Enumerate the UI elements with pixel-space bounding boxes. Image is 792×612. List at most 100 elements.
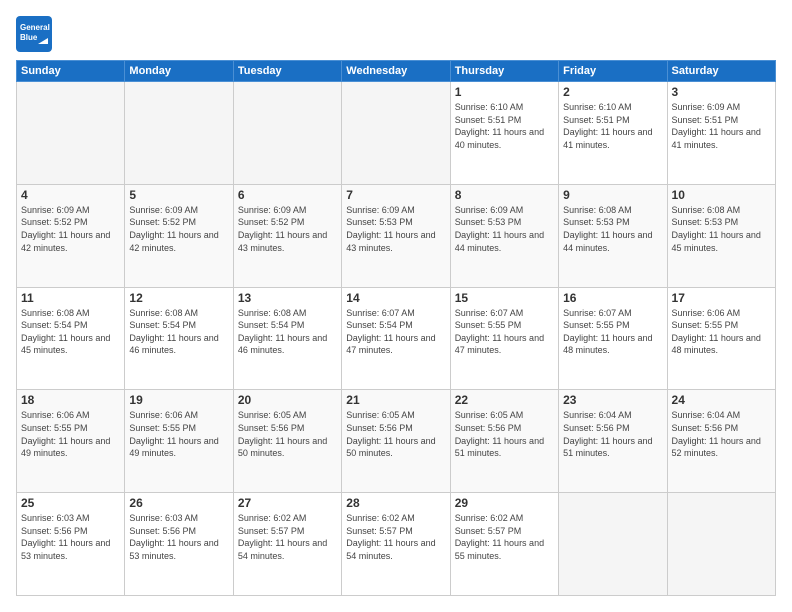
calendar-day-header: Friday: [559, 61, 667, 82]
calendar-day-header: Wednesday: [342, 61, 450, 82]
day-number: 21: [346, 393, 445, 407]
calendar-cell: 5 Sunrise: 6:09 AMSunset: 5:52 PMDaylight…: [125, 184, 233, 287]
day-info: Sunrise: 6:08 AMSunset: 5:53 PMDaylight:…: [563, 204, 662, 254]
calendar-cell: 11 Sunrise: 6:08 AMSunset: 5:54 PMDayligh…: [17, 287, 125, 390]
day-number: 2: [563, 85, 662, 99]
calendar-cell: 8 Sunrise: 6:09 AMSunset: 5:53 PMDaylight…: [450, 184, 558, 287]
calendar-cell: 4 Sunrise: 6:09 AMSunset: 5:52 PMDaylight…: [17, 184, 125, 287]
calendar-cell: 18Sunrise: 6:06 AMSunset: 5:55 PMDayligh…: [17, 390, 125, 493]
calendar-cell: [559, 493, 667, 596]
day-info: Sunrise: 6:08 AMSunset: 5:54 PMDaylight:…: [21, 307, 120, 357]
calendar-cell: 25 Sunrise: 6:03 AMSunset: 5:56 PMDayligh…: [17, 493, 125, 596]
day-number: 19: [129, 393, 228, 407]
calendar-cell: [342, 82, 450, 185]
day-info: Sunrise: 6:10 AMSunset: 5:51 PMDaylight:…: [563, 101, 662, 151]
calendar-week-row: 4 Sunrise: 6:09 AMSunset: 5:52 PMDaylight…: [17, 184, 776, 287]
day-info: Sunrise: 6:02 AMSunset: 5:57 PMDaylight:…: [455, 512, 554, 562]
calendar-week-row: 11 Sunrise: 6:08 AMSunset: 5:54 PMDayligh…: [17, 287, 776, 390]
calendar-cell: 12Sunrise: 6:08 AMSunset: 5:54 PMDayligh…: [125, 287, 233, 390]
calendar-cell: 20 Sunrise: 6:05 AMSunset: 5:56 PMDayligh…: [233, 390, 341, 493]
calendar-cell: 2 Sunrise: 6:10 AMSunset: 5:51 PMDaylight…: [559, 82, 667, 185]
calendar-header-row: SundayMondayTuesdayWednesdayThursdayFrid…: [17, 61, 776, 82]
day-number: 25: [21, 496, 120, 510]
day-info: Sunrise: 6:10 AMSunset: 5:51 PMDaylight:…: [455, 101, 554, 151]
svg-text:Blue: Blue: [20, 33, 38, 42]
day-number: 20: [238, 393, 337, 407]
day-number: 12: [129, 291, 228, 305]
day-info: Sunrise: 6:09 AMSunset: 5:53 PMDaylight:…: [455, 204, 554, 254]
day-info: Sunrise: 6:05 AMSunset: 5:56 PMDaylight:…: [346, 409, 445, 459]
day-info: Sunrise: 6:07 AMSunset: 5:55 PMDaylight:…: [563, 307, 662, 357]
day-number: 23: [563, 393, 662, 407]
calendar-day-header: Saturday: [667, 61, 775, 82]
calendar-cell: 7 Sunrise: 6:09 AMSunset: 5:53 PMDaylight…: [342, 184, 450, 287]
day-info: Sunrise: 6:09 AMSunset: 5:53 PMDaylight:…: [346, 204, 445, 254]
calendar-cell: [125, 82, 233, 185]
day-number: 3: [672, 85, 771, 99]
day-info: Sunrise: 6:06 AMSunset: 5:55 PMDaylight:…: [129, 409, 228, 459]
calendar-day-header: Tuesday: [233, 61, 341, 82]
day-number: 29: [455, 496, 554, 510]
calendar-cell: 26 Sunrise: 6:03 AMSunset: 5:56 PMDayligh…: [125, 493, 233, 596]
calendar-cell: [667, 493, 775, 596]
day-info: Sunrise: 6:08 AMSunset: 5:54 PMDaylight:…: [238, 307, 337, 357]
day-info: Sunrise: 6:09 AMSunset: 5:52 PMDaylight:…: [129, 204, 228, 254]
calendar-cell: 3 Sunrise: 6:09 AMSunset: 5:51 PMDaylight…: [667, 82, 775, 185]
day-number: 18: [21, 393, 120, 407]
logo-icon: General Blue: [16, 16, 52, 52]
day-info: Sunrise: 6:03 AMSunset: 5:56 PMDaylight:…: [21, 512, 120, 562]
calendar-cell: 9 Sunrise: 6:08 AMSunset: 5:53 PMDaylight…: [559, 184, 667, 287]
calendar-week-row: 25 Sunrise: 6:03 AMSunset: 5:56 PMDayligh…: [17, 493, 776, 596]
calendar-table: SundayMondayTuesdayWednesdayThursdayFrid…: [16, 60, 776, 596]
calendar-day-header: Thursday: [450, 61, 558, 82]
calendar-cell: 24Sunrise: 6:04 AMSunset: 5:56 PMDayligh…: [667, 390, 775, 493]
day-info: Sunrise: 6:09 AMSunset: 5:52 PMDaylight:…: [21, 204, 120, 254]
calendar-cell: 29 Sunrise: 6:02 AMSunset: 5:57 PMDayligh…: [450, 493, 558, 596]
calendar-week-row: 18 Sunrise: 6:06 AMSunset: 5:55 PMDayligh…: [17, 390, 776, 493]
day-info: Sunrise: 6:02 AMSunset: 5:57 PMDaylight:…: [238, 512, 337, 562]
day-number: 14: [346, 291, 445, 305]
calendar-week-row: 1 Sunrise: 6:10 AMSunset: 5:51 PMDaylight…: [17, 82, 776, 185]
day-number: 28: [346, 496, 445, 510]
day-info: Sunrise: 6:07 AMSunset: 5:55 PMDaylight:…: [455, 307, 554, 357]
day-info: Sunrise: 6:07 AMSunset: 5:54 PMDaylight:…: [346, 307, 445, 357]
day-number: 8: [455, 188, 554, 202]
day-number: 26: [129, 496, 228, 510]
svg-text:General: General: [20, 23, 50, 32]
day-number: 10: [672, 188, 771, 202]
day-info: Sunrise: 6:02 AMSunset: 5:57 PMDaylight:…: [346, 512, 445, 562]
day-number: 5: [129, 188, 228, 202]
calendar-cell: 15Sunrise: 6:07 AMSunset: 5:55 PMDayligh…: [450, 287, 558, 390]
day-info: Sunrise: 6:08 AMSunset: 5:53 PMDaylight:…: [672, 204, 771, 254]
calendar-cell: 16 Sunrise: 6:07 AMSunset: 5:55 PMDayligh…: [559, 287, 667, 390]
day-number: 13: [238, 291, 337, 305]
day-number: 1: [455, 85, 554, 99]
logo: General Blue: [16, 16, 52, 52]
calendar-cell: 21 Sunrise: 6:05 AMSunset: 5:56 PMDayligh…: [342, 390, 450, 493]
day-info: Sunrise: 6:09 AMSunset: 5:52 PMDaylight:…: [238, 204, 337, 254]
calendar-cell: 1 Sunrise: 6:10 AMSunset: 5:51 PMDaylight…: [450, 82, 558, 185]
calendar-cell: 23Sunrise: 6:04 AMSunset: 5:56 PMDayligh…: [559, 390, 667, 493]
day-number: 6: [238, 188, 337, 202]
day-number: 16: [563, 291, 662, 305]
calendar-cell: [233, 82, 341, 185]
day-number: 24: [672, 393, 771, 407]
page: General Blue SundayMondayTuesdayWednesda…: [0, 0, 792, 612]
calendar-cell: 13 Sunrise: 6:08 AMSunset: 5:54 PMDayligh…: [233, 287, 341, 390]
day-info: Sunrise: 6:03 AMSunset: 5:56 PMDaylight:…: [129, 512, 228, 562]
calendar-cell: 19 Sunrise: 6:06 AMSunset: 5:55 PMDayligh…: [125, 390, 233, 493]
day-info: Sunrise: 6:06 AMSunset: 5:55 PMDaylight:…: [672, 307, 771, 357]
day-info: Sunrise: 6:05 AMSunset: 5:56 PMDaylight:…: [238, 409, 337, 459]
calendar-cell: 10 Sunrise: 6:08 AMSunset: 5:53 PMDayligh…: [667, 184, 775, 287]
day-number: 11: [21, 291, 120, 305]
calendar-day-header: Sunday: [17, 61, 125, 82]
day-number: 7: [346, 188, 445, 202]
calendar-cell: 28 Sunrise: 6:02 AMSunset: 5:57 PMDayligh…: [342, 493, 450, 596]
day-number: 4: [21, 188, 120, 202]
calendar-cell: 6 Sunrise: 6:09 AMSunset: 5:52 PMDaylight…: [233, 184, 341, 287]
calendar-cell: 27Sunrise: 6:02 AMSunset: 5:57 PMDayligh…: [233, 493, 341, 596]
header: General Blue: [16, 16, 776, 52]
day-info: Sunrise: 6:09 AMSunset: 5:51 PMDaylight:…: [672, 101, 771, 151]
day-number: 9: [563, 188, 662, 202]
calendar-cell: [17, 82, 125, 185]
